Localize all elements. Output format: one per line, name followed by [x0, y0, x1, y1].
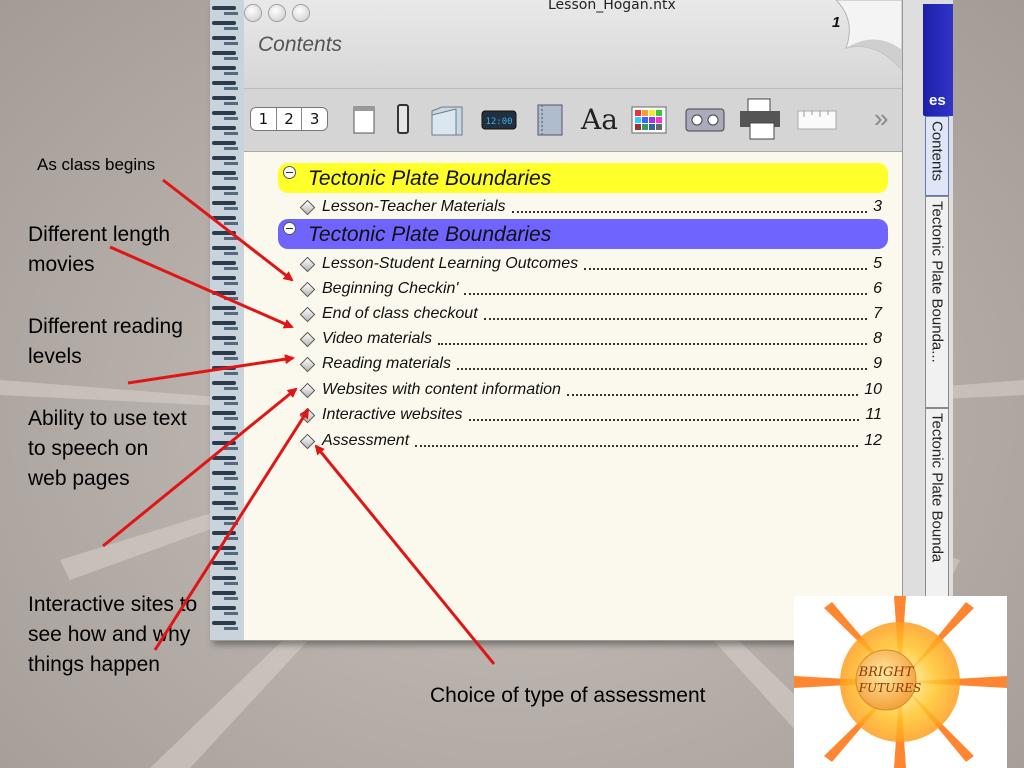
page-curl-icon[interactable]: [836, 0, 902, 70]
diamond-bullet-icon: [299, 433, 316, 449]
diamond-bullet-icon: [299, 356, 316, 372]
entry-page: 6: [873, 280, 882, 297]
leader-dots: [415, 445, 859, 447]
device-icon[interactable]: [392, 89, 416, 151]
list-item[interactable]: Interactive websites 11: [299, 405, 882, 425]
entry-label: Interactive websites: [322, 406, 463, 423]
font-icon[interactable]: Aa: [581, 103, 618, 136]
notebook-icon[interactable]: [534, 89, 568, 151]
leader-dots: [437, 343, 868, 345]
title-bar: Lesson_Hogan.ntx 1 Contents: [244, 0, 902, 88]
leader-dots: [584, 268, 868, 270]
close-window-button[interactable]: [244, 4, 262, 22]
clock-icon[interactable]: 12:00: [480, 89, 520, 151]
minimize-window-button[interactable]: [268, 4, 286, 22]
folder-icon[interactable]: [428, 89, 468, 151]
entry-page: 11: [865, 406, 882, 423]
entry-page: 7: [873, 305, 882, 322]
entry-label: Lesson-Student Learning Outcomes: [322, 255, 579, 272]
svg-text:12:00: 12:00: [485, 117, 512, 127]
diamond-bullet-icon: [299, 199, 316, 215]
list-item[interactable]: Reading materials 9: [299, 354, 882, 374]
diamond-bullet-icon: [299, 382, 316, 398]
page-button-3[interactable]: 3: [302, 108, 327, 130]
annotation-movies: Different length movies: [28, 223, 171, 276]
collapse-icon[interactable]: [283, 165, 296, 179]
side-tab-top-label: es: [929, 92, 946, 109]
toolbar: 1 2 3 12:00 Aa »: [244, 88, 902, 152]
section-title: Contents: [258, 33, 343, 56]
leader-dots: [511, 211, 868, 213]
diamond-bullet-icon: [299, 407, 316, 423]
collapse-icon[interactable]: [283, 221, 296, 235]
diamond-bullet-icon: [299, 306, 316, 322]
entry-label: Lesson-Teacher Materials: [322, 198, 506, 215]
tab-tectonic-1[interactable]: Tectonic Plate Bounda...: [925, 196, 949, 408]
annotation-reading: Different reading levels: [28, 315, 183, 368]
color-palette-icon[interactable]: [630, 89, 670, 151]
entry-label: Reading materials: [322, 355, 451, 372]
annotation-interactive: Interactive sites to see how and why thi…: [28, 593, 198, 676]
list-item[interactable]: Websites with content information 10: [299, 380, 882, 400]
entry-page: 12: [864, 432, 882, 449]
spiral-binding: [210, 0, 244, 640]
page-icon[interactable]: [350, 89, 380, 151]
list-item[interactable]: End of class checkout 7: [299, 304, 882, 324]
heading-teacher[interactable]: Tectonic Plate Boundaries: [278, 163, 888, 193]
logo-text-1: BRIGHT: [858, 665, 915, 680]
leader-dots: [464, 293, 868, 295]
entry-page: 5: [873, 255, 882, 272]
leader-dots: [483, 318, 868, 320]
diamond-bullet-icon: [299, 256, 316, 272]
list-item[interactable]: Beginning Checkin' 6: [299, 279, 882, 299]
list-item[interactable]: Lesson-Student Learning Outcomes 5: [299, 254, 882, 274]
leader-dots: [456, 368, 868, 370]
zoom-window-button[interactable]: [292, 4, 310, 22]
cassette-icon[interactable]: [684, 89, 728, 151]
list-item[interactable]: Assessment 12: [299, 431, 882, 451]
notebook-window: Lesson_Hogan.ntx 1 Contents 1 2 3 12:00: [210, 0, 903, 641]
entry-label: Video materials: [322, 330, 432, 347]
page-number-buttons: 1 2 3: [250, 107, 328, 131]
list-item[interactable]: Lesson-Teacher Materials 3: [299, 197, 882, 217]
ruler-icon[interactable]: [796, 89, 840, 151]
leader-dots: [468, 419, 860, 421]
entry-label: End of class checkout: [322, 305, 478, 322]
entry-label: Beginning Checkin': [322, 280, 459, 297]
diamond-bullet-icon: [299, 331, 316, 347]
side-tab-strip: es Contents Tectonic Plate Bounda... Tec…: [902, 0, 953, 600]
tab-contents[interactable]: Contents: [925, 116, 949, 196]
bright-futures-logo: BRIGHT FUTURES: [794, 596, 1007, 768]
page-button-2[interactable]: 2: [277, 108, 303, 130]
page-button-1[interactable]: 1: [251, 108, 277, 130]
entry-label: Assessment: [322, 432, 410, 449]
annotation-class-begins: As class begins: [37, 155, 156, 174]
entry-page: 8: [873, 330, 882, 347]
list-item[interactable]: Video materials 8: [299, 329, 882, 349]
entry-label: Websites with content information: [322, 381, 561, 398]
logo-text-2: FUTURES: [858, 681, 922, 695]
annotation-assessment: Choice of type of assessment: [430, 684, 706, 707]
diamond-bullet-icon: [299, 281, 316, 297]
heading-label: Tectonic Plate Boundaries: [308, 223, 552, 246]
entry-page: 3: [873, 198, 882, 215]
printer-icon[interactable]: [738, 89, 784, 151]
annotation-speech: Ability to use text to speech on web pag…: [28, 407, 187, 490]
heading-label: Tectonic Plate Boundaries: [308, 167, 552, 190]
tab-tectonic-2[interactable]: Tectonic Plate Bounda: [925, 408, 949, 600]
table-of-contents: Tectonic Plate Boundaries Lesson-Teacher…: [244, 150, 902, 640]
window-title: Lesson_Hogan.ntx: [548, 0, 676, 13]
heading-student[interactable]: Tectonic Plate Boundaries: [278, 219, 888, 249]
more-tools-button[interactable]: »: [874, 103, 888, 134]
leader-dots: [566, 394, 859, 396]
entry-page: 9: [873, 355, 882, 372]
entry-page: 10: [864, 381, 882, 398]
